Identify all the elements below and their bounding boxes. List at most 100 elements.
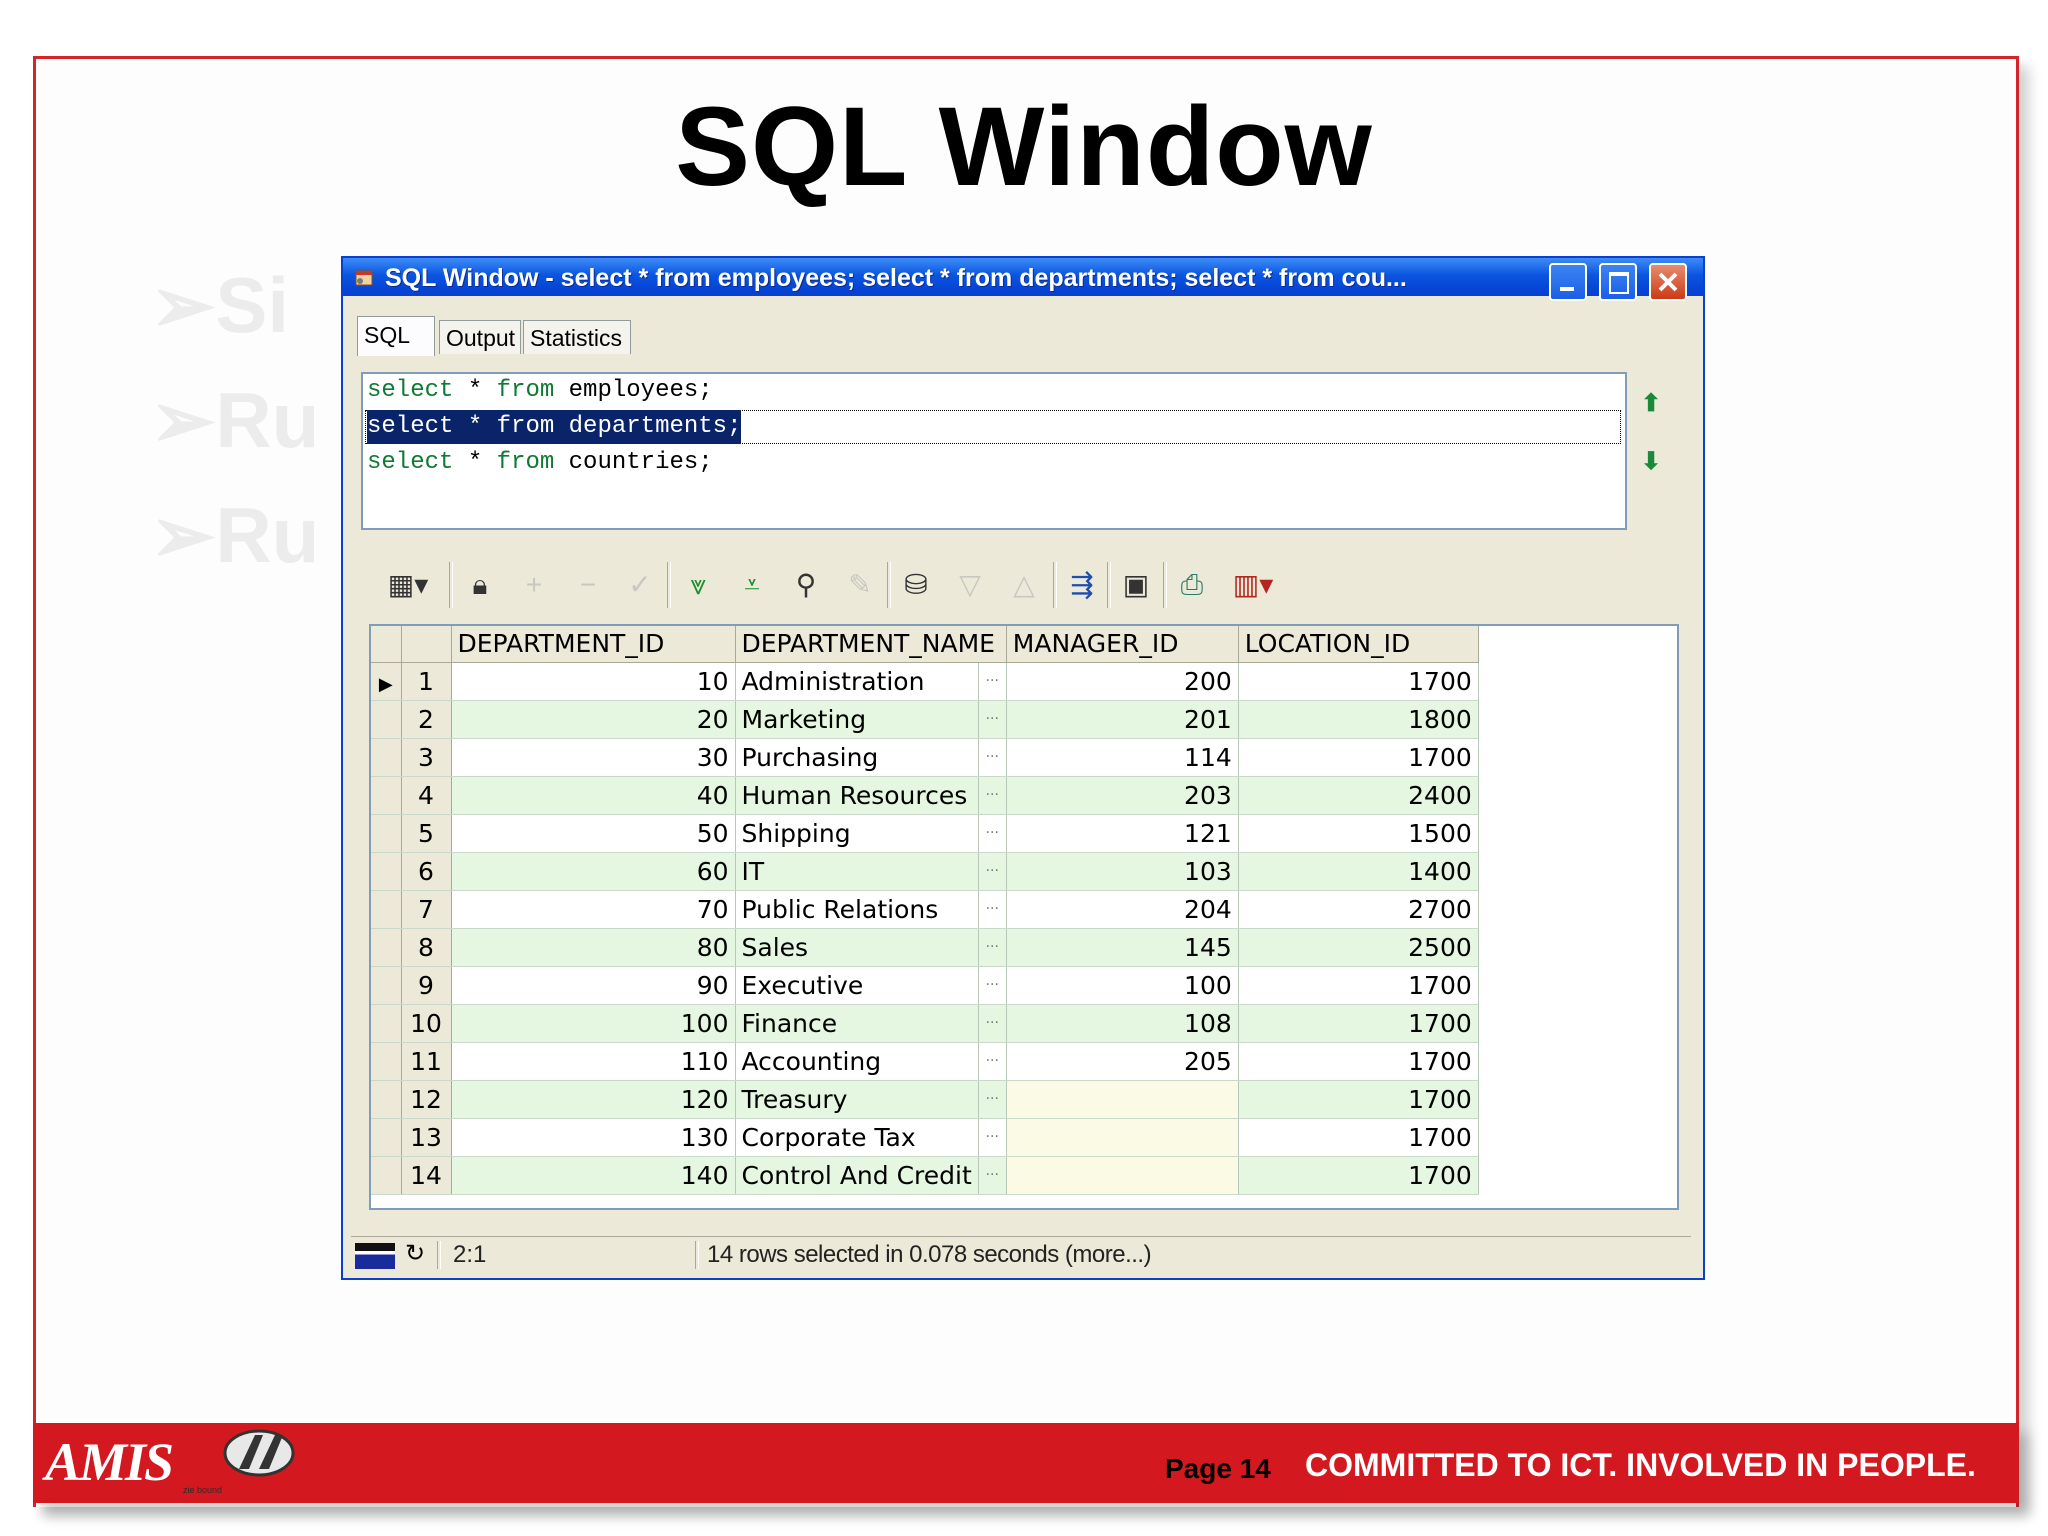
cell-location-id[interactable]: 1800: [1238, 700, 1479, 739]
cell-expand-button[interactable]: ···: [978, 700, 1007, 739]
cell-location-id[interactable]: 1700: [1238, 1004, 1479, 1043]
title-bar[interactable]: SQL Window - select * from employees; se…: [343, 258, 1703, 301]
cell-manager-id[interactable]: 205: [1006, 1042, 1239, 1081]
cell-manager-id[interactable]: 108: [1006, 1004, 1239, 1043]
cell-location-id[interactable]: 1700: [1238, 662, 1479, 701]
cell-manager-id[interactable]: 200: [1006, 662, 1239, 701]
cell-location-id[interactable]: 2700: [1238, 890, 1479, 929]
table-row[interactable]: 3 30 Purchasing ··· 114 1700: [371, 738, 1479, 777]
row-indicator[interactable]: [371, 1004, 402, 1043]
cell-expand-button[interactable]: ···: [978, 966, 1007, 1005]
cell-department-id[interactable]: 140: [451, 1156, 736, 1195]
tab-sql[interactable]: SQL: [357, 316, 435, 356]
cell-department-id[interactable]: 60: [451, 852, 736, 891]
previous-statement-button[interactable]: ⬆: [1633, 386, 1669, 422]
cell-expand-button[interactable]: ···: [978, 890, 1007, 929]
row-number[interactable]: 3: [401, 738, 452, 777]
clear-record-button[interactable]: ✎: [841, 566, 879, 604]
cell-manager-id[interactable]: [1006, 1080, 1239, 1119]
status-message[interactable]: 14 rows selected in 0.078 seconds (more.…: [707, 1241, 1152, 1269]
cell-department-name[interactable]: Executive: [735, 966, 979, 1005]
row-indicator[interactable]: [371, 738, 402, 777]
cell-location-id[interactable]: 2400: [1238, 776, 1479, 815]
query-by-example-button[interactable]: ⛁: [897, 566, 935, 604]
fetch-last-button[interactable]: ⩡: [733, 566, 771, 604]
result-grid[interactable]: DEPARTMENT_ID DEPARTMENT_NAME MANAGER_ID…: [369, 624, 1679, 1210]
row-number[interactable]: 14: [401, 1156, 452, 1195]
cell-department-name[interactable]: Accounting: [735, 1042, 979, 1081]
cell-department-name[interactable]: Finance: [735, 1004, 979, 1043]
post-changes-button[interactable]: ✓: [621, 566, 659, 604]
cell-department-name[interactable]: Marketing: [735, 700, 979, 739]
row-indicator[interactable]: [371, 1042, 402, 1081]
row-indicator[interactable]: [371, 1118, 402, 1157]
cell-manager-id[interactable]: 204: [1006, 890, 1239, 929]
cell-manager-id[interactable]: 145: [1006, 928, 1239, 967]
cell-department-id[interactable]: 70: [451, 890, 736, 929]
table-row[interactable]: 2 20 Marketing ··· 201 1800: [371, 700, 1479, 739]
cell-location-id[interactable]: 1700: [1238, 966, 1479, 1005]
cell-department-id[interactable]: 40: [451, 776, 736, 815]
cell-department-id[interactable]: 120: [451, 1080, 736, 1119]
cell-manager-id[interactable]: 100: [1006, 966, 1239, 1005]
cell-department-name[interactable]: Purchasing: [735, 738, 979, 777]
close-button[interactable]: [1649, 263, 1687, 301]
row-indicator[interactable]: [371, 1080, 402, 1119]
table-row[interactable]: 7 70 Public Relations ··· 204 2700: [371, 890, 1479, 929]
cell-location-id[interactable]: 1700: [1238, 1042, 1479, 1081]
cell-expand-button[interactable]: ···: [978, 738, 1007, 777]
cell-location-id[interactable]: 2500: [1238, 928, 1479, 967]
cell-department-name[interactable]: Administration: [735, 662, 979, 701]
cell-expand-button[interactable]: ···: [978, 1156, 1007, 1195]
cell-department-name[interactable]: Public Relations: [735, 890, 979, 929]
cell-manager-id[interactable]: [1006, 1156, 1239, 1195]
find-button[interactable]: ⚲: [787, 566, 825, 604]
row-number[interactable]: 8: [401, 928, 452, 967]
cell-department-name[interactable]: IT: [735, 852, 979, 891]
cell-department-id[interactable]: 50: [451, 814, 736, 853]
cell-department-id[interactable]: 20: [451, 700, 736, 739]
cell-department-id[interactable]: 90: [451, 966, 736, 1005]
cell-expand-button[interactable]: ···: [978, 814, 1007, 853]
row-number[interactable]: 1: [401, 662, 452, 701]
cell-location-id[interactable]: 1400: [1238, 852, 1479, 891]
cell-expand-button[interactable]: ···: [978, 776, 1007, 815]
row-number[interactable]: 4: [401, 776, 452, 815]
table-row[interactable]: 10 100 Finance ··· 108 1700: [371, 1004, 1479, 1043]
cell-manager-id[interactable]: [1006, 1118, 1239, 1157]
row-number[interactable]: 12: [401, 1080, 452, 1119]
export-button[interactable]: ⇶: [1063, 566, 1101, 604]
row-number[interactable]: 11: [401, 1042, 452, 1081]
table-row[interactable]: 4 40 Human Resources ··· 203 2400: [371, 776, 1479, 815]
next-statement-button[interactable]: ⬇: [1633, 444, 1669, 480]
cell-department-id[interactable]: 80: [451, 928, 736, 967]
row-indicator[interactable]: [371, 966, 402, 1005]
cell-department-id[interactable]: 110: [451, 1042, 736, 1081]
row-indicator[interactable]: [371, 928, 402, 967]
previous-record-button[interactable]: ▽: [951, 566, 989, 604]
row-indicator[interactable]: [371, 814, 402, 853]
table-row[interactable]: 13 130 Corporate Tax ··· 1700: [371, 1118, 1479, 1157]
save-button[interactable]: ▣: [1117, 566, 1155, 604]
cell-department-name[interactable]: Corporate Tax: [735, 1118, 979, 1157]
table-row[interactable]: 9 90 Executive ··· 100 1700: [371, 966, 1479, 1005]
insert-record-button[interactable]: +: [515, 566, 553, 604]
column-header-department-name[interactable]: DEPARTMENT_NAME: [735, 626, 1007, 663]
delete-record-button[interactable]: −: [569, 566, 607, 604]
print-button[interactable]: ⎙: [1173, 566, 1211, 604]
cell-department-name[interactable]: Control And Credit: [735, 1156, 979, 1195]
sql-line-2-selected[interactable]: select * from departments;: [367, 410, 742, 444]
cell-expand-button[interactable]: ···: [978, 1118, 1007, 1157]
cell-department-name[interactable]: Sales: [735, 928, 979, 967]
cell-expand-button[interactable]: ···: [978, 1004, 1007, 1043]
cell-expand-button[interactable]: ···: [978, 1080, 1007, 1119]
column-header-location-id[interactable]: LOCATION_ID: [1238, 626, 1479, 663]
sql-line-3[interactable]: select * from countries;: [367, 446, 713, 480]
tab-output[interactable]: Output: [439, 320, 521, 354]
column-header-manager-id[interactable]: MANAGER_ID: [1006, 626, 1239, 663]
cell-location-id[interactable]: 1500: [1238, 814, 1479, 853]
cell-manager-id[interactable]: 103: [1006, 852, 1239, 891]
cell-manager-id[interactable]: 114: [1006, 738, 1239, 777]
row-number[interactable]: 7: [401, 890, 452, 929]
row-indicator[interactable]: [371, 1156, 402, 1195]
